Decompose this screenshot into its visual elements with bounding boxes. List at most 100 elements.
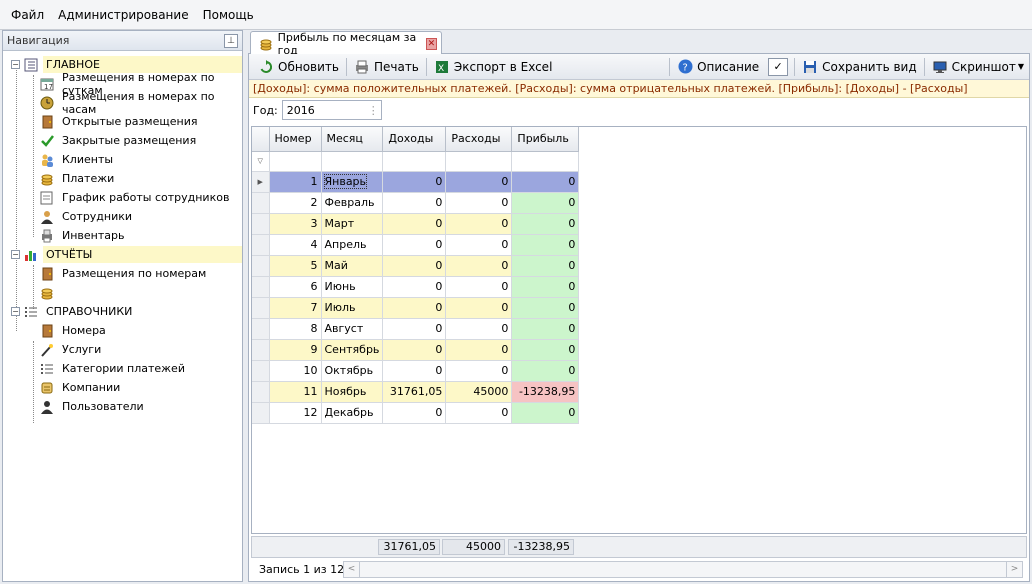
- description-button[interactable]: ? Описание: [672, 56, 764, 78]
- year-input[interactable]: 2016 ⋮: [281, 100, 382, 120]
- nav-item-companies[interactable]: Компании: [3, 378, 242, 397]
- row-indicator[interactable]: [252, 360, 270, 382]
- table-row[interactable]: ▶ 1 Январь 0 0 0: [252, 171, 580, 193]
- cell-expenses[interactable]: 0: [445, 402, 513, 424]
- cell-income[interactable]: 0: [382, 402, 447, 424]
- nav-item-monthly-profit[interactable]: Прибыль по месяцам за год: [3, 283, 242, 302]
- menu-administration[interactable]: Администрирование: [51, 8, 195, 22]
- nav-item-inventory[interactable]: Инвентарь: [3, 226, 242, 245]
- column-header-income[interactable]: Доходы: [382, 127, 447, 152]
- filter-cell[interactable]: [382, 151, 447, 172]
- row-indicator[interactable]: [252, 192, 270, 214]
- table-row[interactable]: 7 Июль 0 0 0: [252, 297, 580, 319]
- tree-group-directories[interactable]: − СПРАВОЧНИКИ: [3, 302, 242, 321]
- filter-cell[interactable]: [269, 151, 322, 172]
- menu-help[interactable]: Помощь: [196, 8, 261, 22]
- cell-expenses[interactable]: 45000: [445, 381, 513, 403]
- menu-file[interactable]: Файл: [4, 8, 51, 22]
- cell-expenses[interactable]: 0: [445, 234, 513, 256]
- row-indicator[interactable]: [252, 381, 270, 403]
- table-row[interactable]: 2 Февраль 0 0 0: [252, 192, 580, 214]
- cell-number[interactable]: 9: [269, 339, 322, 361]
- nav-item-services[interactable]: Услуги: [3, 340, 242, 359]
- filter-cell[interactable]: [511, 151, 580, 172]
- cell-number[interactable]: 5: [269, 255, 322, 277]
- cell-number[interactable]: 7: [269, 297, 322, 319]
- horizontal-scrollbar[interactable]: < >: [343, 561, 1023, 578]
- collapse-icon[interactable]: −: [11, 307, 20, 316]
- tab-monthly-profit[interactable]: Прибыль по месяцам за год ✕: [250, 31, 442, 57]
- cell-profit[interactable]: 0: [511, 360, 580, 382]
- close-icon[interactable]: ✕: [425, 37, 438, 50]
- cell-income[interactable]: 0: [382, 276, 447, 298]
- nav-item-payment-categories[interactable]: Категории платежей: [3, 359, 242, 378]
- table-row[interactable]: 11 Ноябрь 31761,05 45000 -13238,95: [252, 381, 580, 403]
- cell-income[interactable]: 0: [382, 213, 447, 235]
- cell-expenses[interactable]: 0: [445, 276, 513, 298]
- nav-item-rooms-report[interactable]: Размещения по номерам: [3, 264, 242, 283]
- cell-profit[interactable]: 0: [511, 171, 580, 193]
- nav-item-hourly-accommodation[interactable]: Размещения в номерах по часам: [3, 90, 242, 116]
- table-row[interactable]: 9 Сентябрь 0 0 0: [252, 339, 580, 361]
- nav-item-staff[interactable]: Сотрудники: [3, 207, 242, 226]
- cell-income[interactable]: 31761,05: [382, 381, 447, 403]
- cell-number[interactable]: 12: [269, 402, 322, 424]
- nav-item-rooms[interactable]: Номера: [3, 321, 242, 340]
- nav-item-open-accommodation[interactable]: Открытые размещения: [3, 112, 242, 131]
- row-indicator[interactable]: [252, 339, 270, 361]
- cell-income[interactable]: 0: [382, 234, 447, 256]
- cell-number[interactable]: 8: [269, 318, 322, 340]
- export-excel-button[interactable]: X Экспорт в Excel: [429, 56, 558, 78]
- column-header-expenses[interactable]: Расходы: [445, 127, 513, 152]
- collapse-icon[interactable]: −: [11, 250, 20, 259]
- filter-cell[interactable]: [321, 151, 384, 172]
- cell-expenses[interactable]: 0: [445, 297, 513, 319]
- row-indicator[interactable]: [252, 276, 270, 298]
- cell-number[interactable]: 11: [269, 381, 322, 403]
- cell-profit[interactable]: 0: [511, 297, 580, 319]
- table-row[interactable]: 3 Март 0 0 0: [252, 213, 580, 235]
- cell-number[interactable]: 10: [269, 360, 322, 382]
- cell-expenses[interactable]: 0: [445, 318, 513, 340]
- nav-item-payments[interactable]: Платежи: [3, 169, 242, 188]
- cell-month[interactable]: Июль: [321, 297, 384, 319]
- column-header-month[interactable]: Месяц: [321, 127, 384, 152]
- cell-month[interactable]: Август: [321, 318, 384, 340]
- cell-month[interactable]: Октябрь: [321, 360, 384, 382]
- column-header-profit[interactable]: Прибыль: [511, 127, 580, 152]
- table-row[interactable]: 6 Июнь 0 0 0: [252, 276, 580, 298]
- cell-month[interactable]: Март: [321, 213, 384, 235]
- cell-profit[interactable]: 0: [511, 234, 580, 256]
- filter-cell[interactable]: [445, 151, 513, 172]
- table-row[interactable]: 12 Декабрь 0 0 0: [252, 402, 580, 424]
- cell-income[interactable]: 0: [382, 192, 447, 214]
- cell-profit[interactable]: 0: [511, 339, 580, 361]
- cell-profit[interactable]: -13238,95: [511, 381, 580, 403]
- cell-month[interactable]: Сентябрь: [321, 339, 384, 361]
- cell-expenses[interactable]: 0: [445, 213, 513, 235]
- table-row[interactable]: 4 Апрель 0 0 0: [252, 234, 580, 256]
- cell-expenses[interactable]: 0: [445, 192, 513, 214]
- row-indicator[interactable]: [252, 234, 270, 256]
- collapse-icon[interactable]: −: [11, 60, 20, 69]
- cell-profit[interactable]: 0: [511, 192, 580, 214]
- screenshot-button[interactable]: Скриншот ▼: [927, 56, 1029, 78]
- cell-month[interactable]: Декабрь: [321, 402, 384, 424]
- cell-profit[interactable]: 0: [511, 255, 580, 277]
- nav-item-clients[interactable]: Клиенты: [3, 150, 242, 169]
- cell-number[interactable]: 6: [269, 276, 322, 298]
- nav-item-users[interactable]: Пользователи: [3, 397, 242, 416]
- cell-month[interactable]: Февраль: [321, 192, 384, 214]
- row-indicator[interactable]: [252, 213, 270, 235]
- cell-profit[interactable]: 0: [511, 276, 580, 298]
- chevron-left-icon[interactable]: <: [344, 562, 360, 577]
- cell-income[interactable]: 0: [382, 255, 447, 277]
- filter-icon[interactable]: ▽: [252, 157, 269, 165]
- spinner-icon[interactable]: ⋮: [368, 104, 381, 117]
- chevron-right-icon[interactable]: >: [1006, 562, 1022, 577]
- cell-income[interactable]: 0: [382, 318, 447, 340]
- save-view-button[interactable]: Сохранить вид: [797, 56, 921, 78]
- cell-expenses[interactable]: 0: [445, 171, 513, 193]
- column-header-number[interactable]: Номер: [269, 127, 322, 152]
- print-button[interactable]: Печать: [349, 56, 424, 78]
